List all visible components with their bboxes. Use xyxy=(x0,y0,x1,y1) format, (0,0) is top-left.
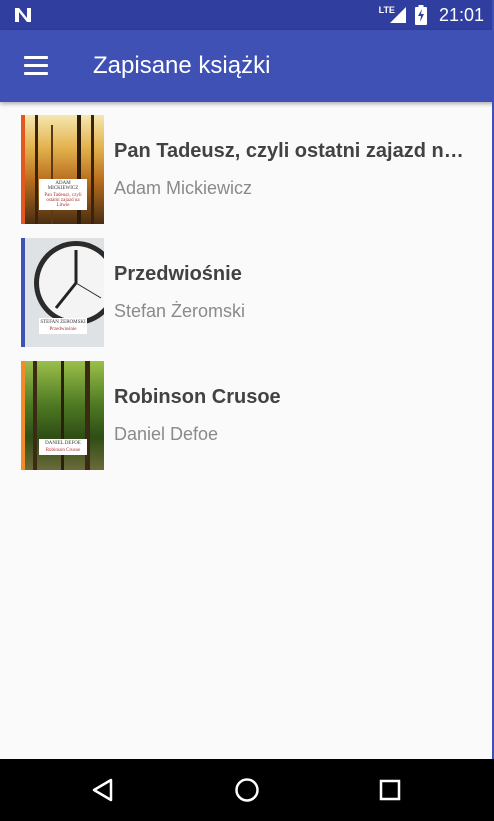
book-list: ADAM MICKIEWICZ Pan Tadeusz, czyli ostat… xyxy=(0,112,494,481)
app-bar: Zapisane książki xyxy=(0,30,494,102)
home-circle-icon[interactable] xyxy=(229,772,265,808)
book-cover: DANIEL DEFOE Robinson Crusoe xyxy=(21,361,104,470)
book-author: Daniel Defoe xyxy=(114,424,219,444)
cover-author: ADAM MICKIEWICZ xyxy=(47,181,79,191)
book-cover: ADAM MICKIEWICZ Pan Tadeusz, czyli ostat… xyxy=(21,115,104,224)
book-title: Przedwiośnie xyxy=(114,263,242,285)
cover-title: Przedwiośnie xyxy=(49,327,77,332)
n-logo-icon xyxy=(15,8,31,22)
clock: 21:01 xyxy=(438,4,484,25)
system-nav-bar xyxy=(0,759,494,821)
book-list-item[interactable]: STEFAN ŻEROMSKI Przedwiośnie Przedwiośni… xyxy=(0,235,494,358)
status-icons: LTE 21:01 xyxy=(379,0,484,30)
cover-title: Robinson Crusoe xyxy=(45,448,81,453)
book-title: Robinson Crusoe xyxy=(114,386,281,408)
page-title: Zapisane książki xyxy=(93,52,271,79)
menu-button[interactable] xyxy=(16,50,56,82)
cover-spine xyxy=(21,238,25,347)
book-list-item[interactable]: ADAM MICKIEWICZ Pan Tadeusz, czyli ostat… xyxy=(0,112,494,235)
cover-label: ADAM MICKIEWICZ Pan Tadeusz, czyli ostat… xyxy=(39,179,87,210)
recents-square-icon[interactable] xyxy=(372,772,408,808)
cover-label: DANIEL DEFOE Robinson Crusoe xyxy=(39,439,87,455)
cover-label: STEFAN ŻEROMSKI Przedwiośnie xyxy=(39,318,87,334)
cover-author: STEFAN ŻEROMSKI xyxy=(40,320,86,325)
back-triangle-icon[interactable] xyxy=(85,772,121,808)
status-bar: LTE 21:01 xyxy=(0,0,494,30)
book-author: Adam Mickiewicz xyxy=(114,178,253,198)
book-list-item[interactable]: DANIEL DEFOE Robinson Crusoe Robinson Cr… xyxy=(0,358,494,481)
cover-spine xyxy=(21,115,25,224)
book-title: Pan Tadeusz, czyli ostatni zajazd na Lit… xyxy=(114,140,474,162)
cover-author: DANIEL DEFOE xyxy=(45,441,81,446)
cover-title: Pan Tadeusz, czyli ostatni zajazd na Lit… xyxy=(44,193,82,208)
cover-spine xyxy=(21,361,25,470)
book-author: Stefan Żeromski xyxy=(114,301,246,321)
network-type: LTE xyxy=(378,5,395,15)
battery-charging-icon xyxy=(414,5,427,25)
book-cover: STEFAN ŻEROMSKI Przedwiośnie xyxy=(21,238,104,347)
